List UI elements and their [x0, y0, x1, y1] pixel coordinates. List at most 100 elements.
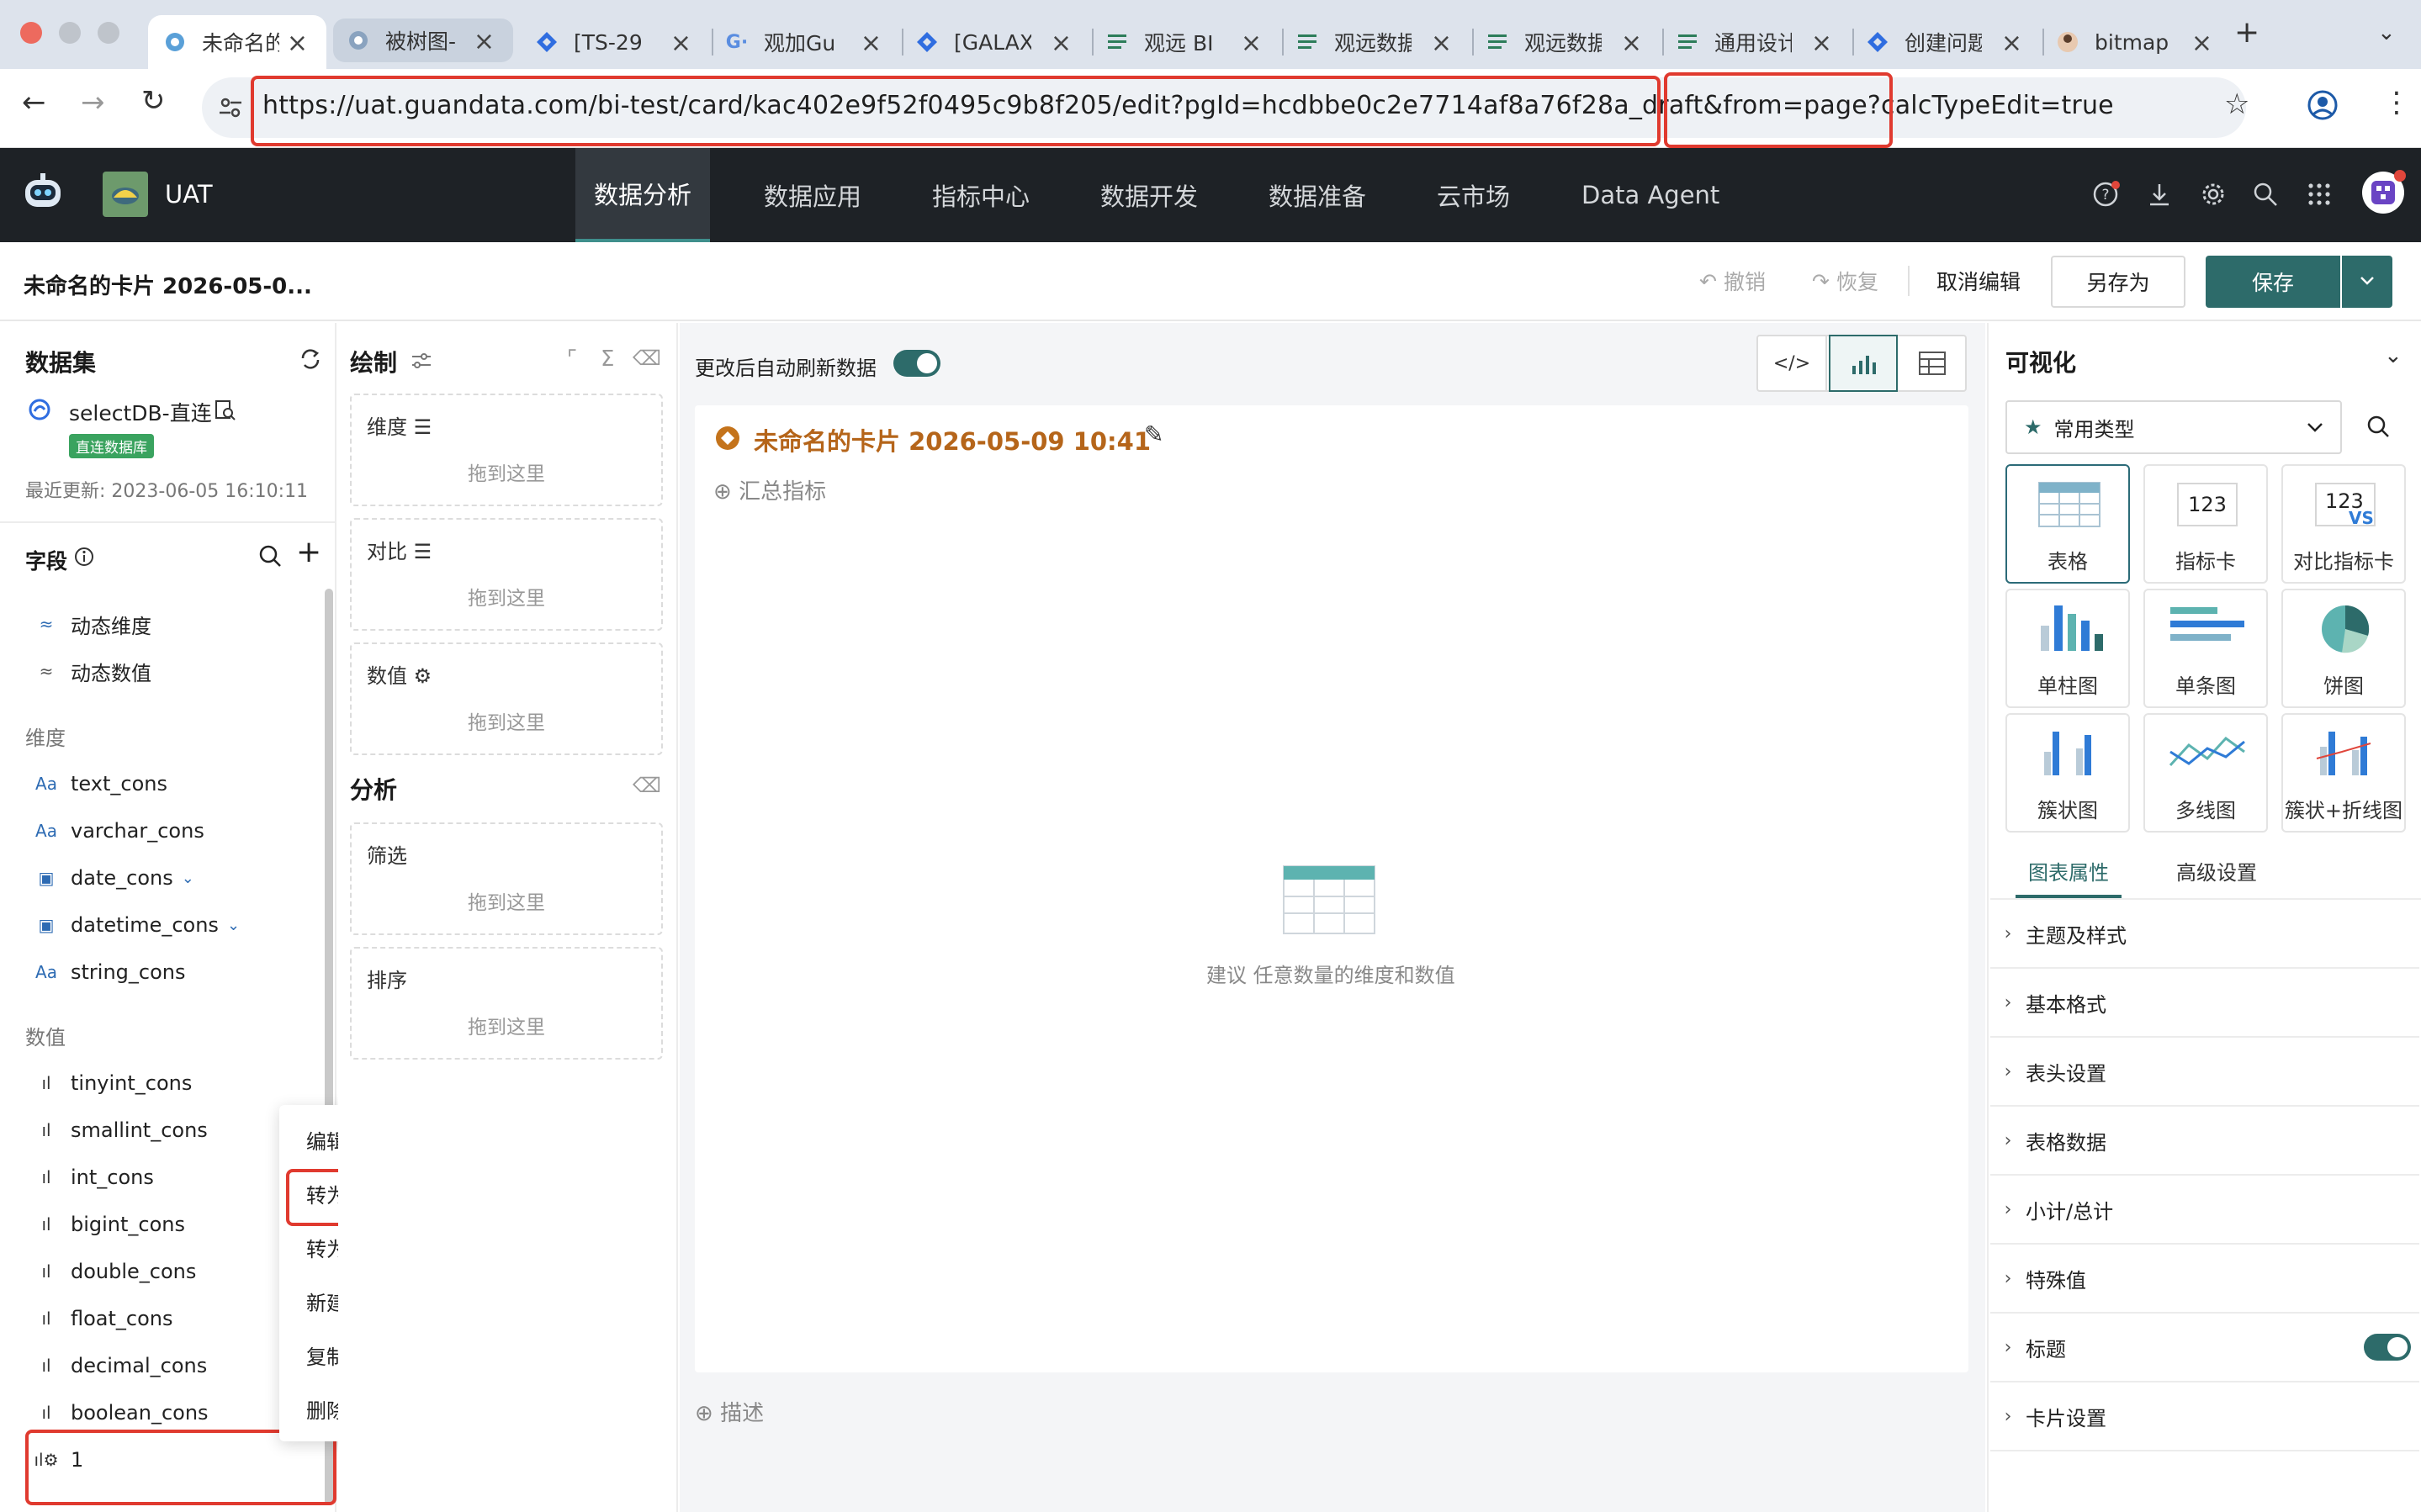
- save-dropdown-button[interactable]: [2342, 256, 2392, 308]
- measure-drop-zone[interactable]: 数值 ⚙ 拖到这里: [350, 642, 663, 755]
- help-icon[interactable]: ?: [2091, 180, 2120, 209]
- filter-drop-zone[interactable]: 筛选 拖到这里: [350, 822, 663, 935]
- prop-theme-style[interactable]: › 主题及样式: [1990, 900, 2419, 969]
- user-avatar[interactable]: [2362, 170, 2406, 214]
- nav-data-agent[interactable]: Data Agent: [1581, 148, 1719, 242]
- browser-menu-icon[interactable]: ⋮: [2382, 86, 2411, 119]
- title-toggle[interactable]: [2364, 1334, 2411, 1361]
- card-title[interactable]: 未命名的卡片 2026-05-09 10:41: [754, 422, 1151, 457]
- tab-close-icon[interactable]: ×: [670, 29, 691, 58]
- window-minimize-control[interactable]: [59, 22, 81, 44]
- field-boolean-cons[interactable]: ıl boolean_cons: [34, 1396, 208, 1430]
- field-text-cons[interactable]: Aa text_cons: [34, 767, 167, 801]
- window-close-control[interactable]: [20, 22, 42, 44]
- switch-dataset-icon[interactable]: [296, 345, 325, 373]
- nav-data-dev[interactable]: 数据开发: [1100, 148, 1198, 242]
- bookmark-star-icon[interactable]: ☆: [2224, 87, 2249, 121]
- browser-tab[interactable]: 观远 BI ×: [1100, 15, 1280, 69]
- browser-tab[interactable]: [TS-29 ×: [530, 15, 710, 69]
- browser-tab[interactable]: 通用设计 ×: [1671, 15, 1851, 69]
- save-as-button[interactable]: 另存为: [2051, 256, 2185, 308]
- info-icon[interactable]: [72, 545, 96, 568]
- forward-icon[interactable]: →: [81, 86, 105, 119]
- edit-title-pencil-icon[interactable]: ✎: [1144, 420, 1163, 448]
- compare-drop-zone[interactable]: 对比 ☰ 拖到这里: [350, 518, 663, 631]
- tab-close-icon[interactable]: ×: [1621, 29, 1642, 58]
- tab-list-chevron-icon[interactable]: ⌄: [2377, 20, 2396, 45]
- dataset-name[interactable]: selectDB-直连: [69, 397, 212, 427]
- sort-drop-zone[interactable]: 排序 拖到这里: [350, 947, 663, 1060]
- dataset-preview-icon[interactable]: [212, 397, 237, 422]
- field-int-cons[interactable]: ıl int_cons: [34, 1160, 153, 1194]
- add-description[interactable]: ⊕ 描述: [695, 1396, 764, 1427]
- prop-table-data[interactable]: › 表格数据: [1990, 1107, 2419, 1176]
- nav-metrics-center[interactable]: 指标中心: [932, 148, 1030, 242]
- eraser-icon[interactable]: ⌫: [633, 774, 661, 797]
- cancel-edit-button[interactable]: 取消编辑: [1935, 257, 2022, 304]
- tab-chart-properties[interactable]: 图表属性: [2016, 851, 2122, 898]
- undo-button[interactable]: ↶ 撤销: [1699, 264, 1766, 298]
- tab-close-icon[interactable]: ×: [1051, 29, 1072, 58]
- profile-icon[interactable]: [2307, 89, 2339, 121]
- redo-button[interactable]: ↷ 恢复: [1812, 264, 1878, 298]
- prop-header-settings[interactable]: › 表头设置: [1990, 1038, 2419, 1107]
- browser-tab[interactable]: 观远数据 ×: [1290, 15, 1470, 69]
- tab-close-icon[interactable]: ×: [287, 29, 308, 58]
- prop-basic-format[interactable]: › 基本格式: [1990, 969, 2419, 1038]
- save-button[interactable]: 保存: [2206, 256, 2340, 308]
- nav-data-apps[interactable]: 数据应用: [764, 148, 861, 242]
- prop-card-settings[interactable]: › 卡片设置: [1990, 1382, 2419, 1451]
- field-date-cons[interactable]: ▣ date_cons ⌄: [34, 861, 194, 895]
- prop-special-values[interactable]: › 特殊值: [1990, 1245, 2419, 1314]
- tab-close-icon[interactable]: ×: [2001, 29, 2022, 58]
- field-dynamic-dimension[interactable]: ≈ 动态维度: [34, 607, 151, 641]
- app-logo-icon[interactable]: [103, 172, 148, 217]
- field-decimal-cons[interactable]: ıl decimal_cons: [34, 1349, 207, 1382]
- tab-close-icon[interactable]: ×: [1811, 29, 1832, 58]
- nav-data-analysis[interactable]: 数据分析: [575, 148, 710, 242]
- nav-data-prep[interactable]: 数据准备: [1269, 148, 1366, 242]
- chart-search-icon[interactable]: [2364, 412, 2392, 441]
- eraser-icon[interactable]: ⌫: [633, 346, 661, 370]
- chevron-down-icon[interactable]: ⌄: [227, 917, 240, 934]
- sigma-icon[interactable]: Σ: [601, 346, 614, 372]
- chevron-down-icon[interactable]: ⌄: [182, 870, 194, 887]
- tab-close-icon[interactable]: ×: [1241, 29, 1262, 58]
- dimension-drop-zone[interactable]: 维度 ☰ 拖到这里: [350, 394, 663, 506]
- prop-title[interactable]: › 标题: [1990, 1314, 2419, 1382]
- field-datetime-cons[interactable]: ▣ datetime_cons ⌄: [34, 908, 240, 942]
- field-varchar-cons[interactable]: Aa varchar_cons: [34, 814, 204, 848]
- field-search-icon[interactable]: [256, 542, 284, 570]
- field-tinyint-cons[interactable]: ıl tinyint_cons: [34, 1066, 192, 1100]
- field-dynamic-measure[interactable]: ≈ 动态数值: [34, 654, 151, 688]
- tab-close-icon[interactable]: ×: [2191, 29, 2212, 58]
- browser-tab[interactable]: 未命名的 ×: [148, 15, 326, 69]
- reload-icon[interactable]: ↻: [141, 84, 166, 118]
- site-settings-icon[interactable]: [217, 94, 244, 121]
- window-maximize-control[interactable]: [98, 22, 119, 44]
- axis-icon[interactable]: ⌜: [567, 346, 577, 372]
- prop-subtotal-total[interactable]: › 小计/总计: [1990, 1176, 2419, 1245]
- code-view-icon[interactable]: </>: [1758, 336, 1827, 390]
- tab-close-icon[interactable]: ×: [861, 29, 882, 58]
- browser-tab[interactable]: G· 观加Gu ×: [720, 15, 900, 69]
- add-field-icon[interactable]: +: [296, 535, 321, 569]
- chart-view-icon[interactable]: [1829, 335, 1898, 392]
- app-grid-icon[interactable]: [2305, 180, 2334, 209]
- search-icon[interactable]: [2251, 180, 2280, 209]
- browser-tab[interactable]: bitmap ×: [2051, 15, 2231, 69]
- browser-tab[interactable]: 观远数据 ×: [1481, 15, 1661, 69]
- card-name[interactable]: 未命名的卡片 2026-05-0...: [24, 269, 312, 300]
- chart-type-select[interactable]: ★ 常用类型: [2005, 400, 2342, 454]
- tab-close-icon[interactable]: ×: [1431, 29, 1452, 58]
- nav-cloud-market[interactable]: 云市场: [1437, 148, 1510, 242]
- add-summary-metric[interactable]: ⊕ 汇总指标: [713, 474, 826, 505]
- auto-refresh-toggle[interactable]: [893, 350, 940, 377]
- table-view-icon[interactable]: [1898, 336, 1967, 390]
- robot-logo-icon[interactable]: [19, 168, 67, 217]
- field-smallint-cons[interactable]: ıl smallint_cons: [34, 1113, 207, 1147]
- browser-tab[interactable]: 创建问题 ×: [1861, 15, 2041, 69]
- draw-settings-icon[interactable]: [409, 348, 434, 373]
- tab-advanced-settings[interactable]: 高级设置: [2164, 851, 2270, 898]
- field-string-cons[interactable]: Aa string_cons: [34, 955, 185, 989]
